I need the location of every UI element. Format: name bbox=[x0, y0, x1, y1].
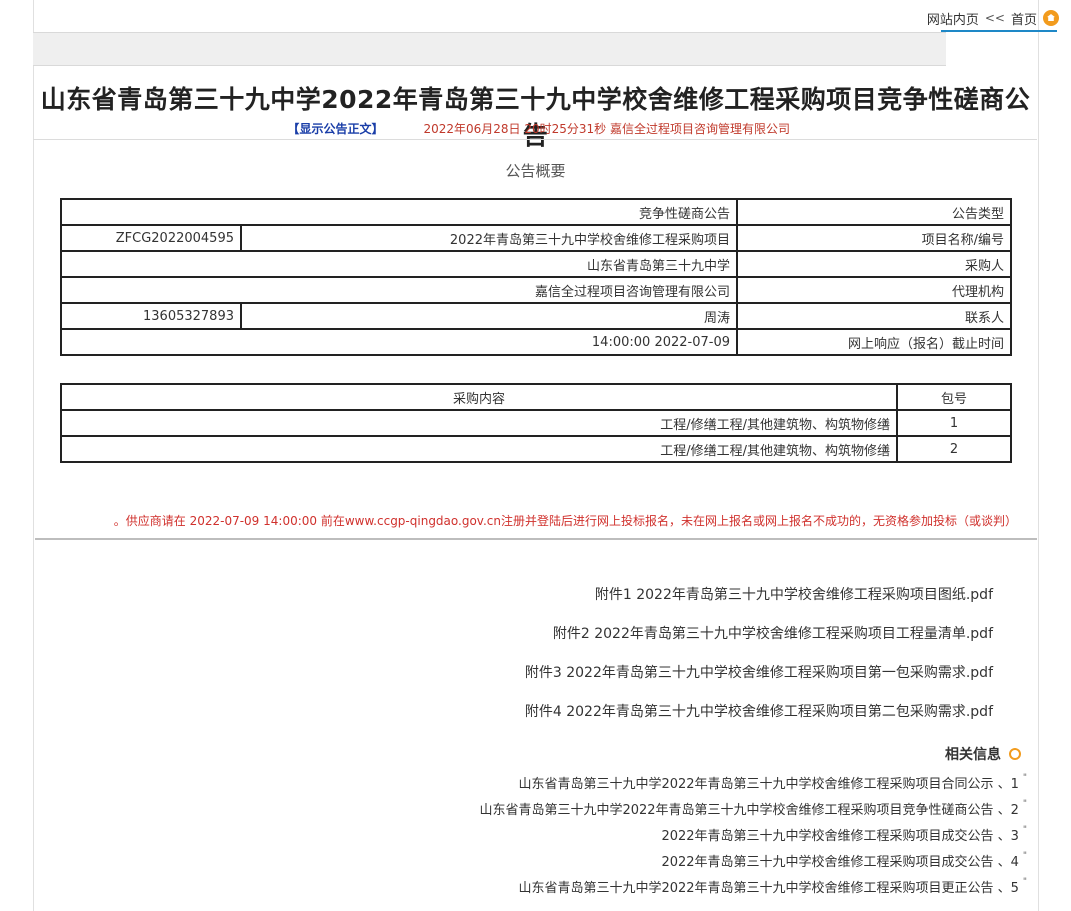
table-header-row: 包号 采购内容 bbox=[60, 383, 1012, 411]
related-item[interactable]: " 5、 山东省青岛第三十九中学2022年青岛第三十九中学校舍维修工程采购项目更… bbox=[518, 876, 1027, 897]
related-item-number: 3、 bbox=[997, 829, 1019, 844]
related-item[interactable]: " 4、 2022年青岛第三十九中学校舍维修工程采购项目成交公告 bbox=[661, 850, 1027, 871]
table-row: 2 工程/修缮工程/其他建筑物、构筑物修缮 bbox=[60, 435, 1012, 463]
related-item-number: 2、 bbox=[997, 803, 1019, 818]
table-row: 联系人 周涛 13605327893 bbox=[60, 302, 1012, 330]
label-cell: 网上响应（报名）截止时间 bbox=[736, 328, 1012, 356]
package-content: 工程/修缮工程/其他建筑物、构筑物修缮 bbox=[60, 435, 898, 463]
attachment-link[interactable]: 附件2 2022年青岛第三十九中学校舍维修工程采购项目工程量清单.pdf bbox=[553, 623, 993, 643]
quote-icon: " bbox=[1022, 850, 1027, 861]
related-item-link[interactable]: 山东省青岛第三十九中学2022年青岛第三十九中学校舍维修工程采购项目竞争性磋商公… bbox=[479, 799, 993, 818]
page-title: 山东省青岛第三十九中学2022年青岛第三十九中学校舍维修工程采购项目竞争性磋商公… bbox=[40, 85, 1031, 150]
related-item-number: 5、 bbox=[997, 881, 1019, 896]
related-heading: 相关信息 bbox=[945, 744, 1021, 764]
related-item-link[interactable]: 2022年青岛第三十九中学校舍维修工程采购项目成交公告 bbox=[661, 851, 993, 870]
home-icon[interactable] bbox=[1043, 10, 1059, 26]
table-row: 采购人 山东省青岛第三十九中学 bbox=[60, 250, 1012, 278]
value-cell: 周涛 bbox=[240, 302, 738, 330]
related-item[interactable]: " 3、 2022年青岛第三十九中学校舍维修工程采购项目成交公告 bbox=[661, 824, 1027, 845]
value-cell: 竞争性磋商公告 bbox=[60, 198, 738, 226]
value-cell: 山东省青岛第三十九中学 bbox=[60, 250, 738, 278]
column-header: 采购内容 bbox=[60, 383, 898, 411]
show-text-link[interactable]: 【显示公告正文】 bbox=[287, 120, 383, 137]
package-content: 工程/修缮工程/其他建筑物、构筑物修缮 bbox=[60, 409, 898, 437]
quote-icon: " bbox=[1022, 876, 1027, 887]
label-cell: 项目名称/编号 bbox=[736, 224, 1012, 252]
section-divider bbox=[35, 538, 1037, 540]
bullet-ring-icon bbox=[1009, 748, 1021, 760]
value-cell: 2022-07-09 14:00:00 bbox=[60, 328, 738, 356]
breadcrumb-underline bbox=[941, 30, 1057, 32]
related-heading-label: 相关信息 bbox=[945, 747, 1001, 763]
phone-cell: 13605327893 bbox=[60, 302, 242, 330]
column-header: 包号 bbox=[896, 383, 1012, 411]
package-number: 2 bbox=[896, 435, 1012, 463]
related-item-link[interactable]: 山东省青岛第三十九中学2022年青岛第三十九中学校舍维修工程采购项目合同公示 bbox=[518, 773, 993, 792]
quote-icon: " bbox=[1022, 798, 1027, 809]
related-item[interactable]: " 2、 山东省青岛第三十九中学2022年青岛第三十九中学校舍维修工程采购项目竞… bbox=[479, 798, 1027, 819]
attachment-link[interactable]: 附件1 2022年青岛第三十九中学校舍维修工程采购项目图纸.pdf bbox=[595, 584, 993, 604]
registration-notice: 供应商请在 2022-07-09 14:00:00 前在www.ccgp-qin… bbox=[113, 514, 1011, 528]
package-table: 包号 采购内容 1 工程/修缮工程/其他建筑物、构筑物修缮 2 工程/修缮工程/… bbox=[60, 383, 1012, 463]
quote-icon: " bbox=[1022, 772, 1027, 783]
divider bbox=[33, 139, 1037, 140]
value-cell: 嘉信全过程项目咨询管理有限公司 bbox=[60, 276, 738, 304]
label-cell: 公告类型 bbox=[736, 198, 1012, 226]
publish-meta-row: 2022年06月28日 20时25分31秒 嘉信全过程项目咨询管理有限公司 【显… bbox=[270, 119, 790, 137]
related-item-link[interactable]: 2022年青岛第三十九中学校舍维修工程采购项目成交公告 bbox=[661, 825, 993, 844]
label-cell: 代理机构 bbox=[736, 276, 1012, 304]
toolbar-strip bbox=[33, 32, 946, 66]
breadcrumb-separator: >> bbox=[984, 11, 1005, 25]
related-item-number: 4、 bbox=[997, 855, 1019, 870]
label-cell: 联系人 bbox=[736, 302, 1012, 330]
breadcrumb-home-link[interactable]: 首页 bbox=[1011, 9, 1037, 28]
attachment-link[interactable]: 附件4 2022年青岛第三十九中学校舍维修工程采购项目第二包采购需求.pdf bbox=[525, 701, 993, 721]
package-number: 1 bbox=[896, 409, 1012, 437]
breadcrumb-current[interactable]: 网站内页 bbox=[927, 9, 979, 28]
overview-table: 公告类型 竞争性磋商公告 项目名称/编号 2022年青岛第三十九中学校舍维修工程… bbox=[60, 198, 1012, 356]
project-code-cell: ZFCG2022004595 bbox=[60, 224, 242, 252]
quote-icon: " bbox=[1022, 824, 1027, 835]
related-item[interactable]: " 1、 山东省青岛第三十九中学2022年青岛第三十九中学校舍维修工程采购项目合… bbox=[518, 772, 1027, 793]
breadcrumb: 首页 >> 网站内页 bbox=[927, 6, 1059, 30]
label-cell: 采购人 bbox=[736, 250, 1012, 278]
table-row: 公告类型 竞争性磋商公告 bbox=[60, 198, 1012, 226]
overview-heading: 公告概要 bbox=[505, 162, 566, 180]
related-item-number: 1、 bbox=[997, 777, 1019, 792]
table-row: 代理机构 嘉信全过程项目咨询管理有限公司 bbox=[60, 276, 1012, 304]
table-row: 项目名称/编号 2022年青岛第三十九中学校舍维修工程采购项目 ZFCG2022… bbox=[60, 224, 1012, 252]
table-row: 网上响应（报名）截止时间 2022-07-09 14:00:00 bbox=[60, 328, 1012, 356]
related-item-link[interactable]: 山东省青岛第三十九中学2022年青岛第三十九中学校舍维修工程采购项目更正公告 bbox=[518, 877, 993, 896]
value-cell: 2022年青岛第三十九中学校舍维修工程采购项目 bbox=[240, 224, 738, 252]
publish-meta: 2022年06月28日 20时25分31秒 嘉信全过程项目咨询管理有限公司 bbox=[423, 121, 790, 136]
attachment-link[interactable]: 附件3 2022年青岛第三十九中学校舍维修工程采购项目第一包采购需求.pdf bbox=[525, 662, 993, 682]
table-row: 1 工程/修缮工程/其他建筑物、构筑物修缮 bbox=[60, 409, 1012, 437]
